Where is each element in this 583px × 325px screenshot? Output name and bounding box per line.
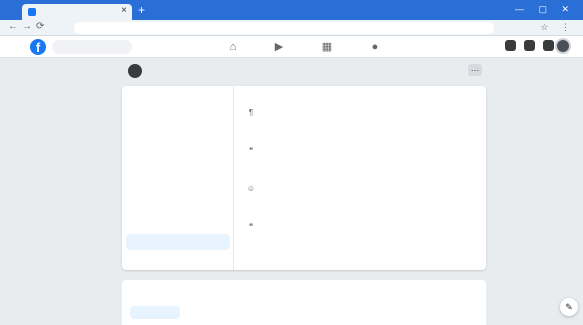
address-bar[interactable] bbox=[74, 22, 494, 34]
about-sidebar bbox=[122, 86, 234, 270]
facebook-top-bar: f ⌂ ▶ ▦ ● bbox=[0, 36, 583, 58]
sidebar-item[interactable] bbox=[126, 110, 230, 126]
quote-icon: ❝ bbox=[248, 146, 254, 155]
about-card: ¶ ❝ ☺ ❝ bbox=[122, 86, 486, 270]
reload-icon[interactable]: ⟳ bbox=[36, 21, 44, 32]
sidebar-item[interactable] bbox=[126, 126, 230, 142]
menu-icon[interactable] bbox=[505, 40, 516, 51]
watch-icon[interactable]: ▶ bbox=[272, 40, 286, 54]
paragraph-icon: ¶ bbox=[248, 108, 254, 117]
messenger-icon[interactable] bbox=[524, 40, 535, 51]
facebook-search[interactable] bbox=[52, 40, 132, 54]
new-tab-icon[interactable]: + bbox=[138, 3, 145, 17]
sidebar-item[interactable] bbox=[126, 198, 230, 214]
home-icon[interactable]: ⌂ bbox=[226, 40, 240, 54]
quote-icon: ❝ bbox=[248, 222, 254, 231]
tab-close-icon[interactable]: × bbox=[121, 5, 127, 16]
profile-header: … bbox=[122, 58, 486, 84]
more-options-button[interactable]: … bbox=[468, 64, 482, 76]
sidebar-item[interactable] bbox=[126, 162, 230, 178]
person-icon: ☺ bbox=[246, 184, 256, 193]
back-icon[interactable]: ← bbox=[8, 21, 18, 32]
facebook-logo-icon[interactable]: f bbox=[30, 39, 46, 55]
groups-icon[interactable]: ● bbox=[368, 40, 382, 54]
marketplace-icon[interactable]: ▦ bbox=[320, 40, 334, 54]
browser-tab[interactable]: × bbox=[22, 4, 132, 20]
sidebar-item-active[interactable] bbox=[126, 234, 230, 250]
sidebar-item[interactable] bbox=[126, 252, 230, 268]
toolbar-icons[interactable]: ☆ ⋮ bbox=[540, 22, 575, 33]
facebook-favicon-icon bbox=[28, 8, 36, 16]
browser-toolbar: ← → ⟳ ☆ ⋮ bbox=[0, 20, 583, 36]
profile-avatar[interactable] bbox=[128, 64, 142, 78]
sidebar-item[interactable] bbox=[126, 216, 230, 232]
browser-tab-strip: × + — ▢ ✕ bbox=[0, 0, 583, 20]
account-avatar[interactable] bbox=[555, 38, 571, 54]
sidebar-item[interactable] bbox=[126, 142, 230, 158]
lower-card-link[interactable] bbox=[130, 306, 180, 319]
new-message-icon[interactable]: ✎ bbox=[560, 298, 578, 316]
window-controls[interactable]: — ▢ ✕ bbox=[515, 4, 575, 15]
forward-icon[interactable]: → bbox=[22, 21, 32, 32]
about-main: ¶ ❝ ☺ ❝ bbox=[242, 86, 478, 270]
notifications-icon[interactable] bbox=[543, 40, 554, 51]
lower-card bbox=[122, 280, 486, 325]
sidebar-item[interactable] bbox=[126, 180, 230, 196]
